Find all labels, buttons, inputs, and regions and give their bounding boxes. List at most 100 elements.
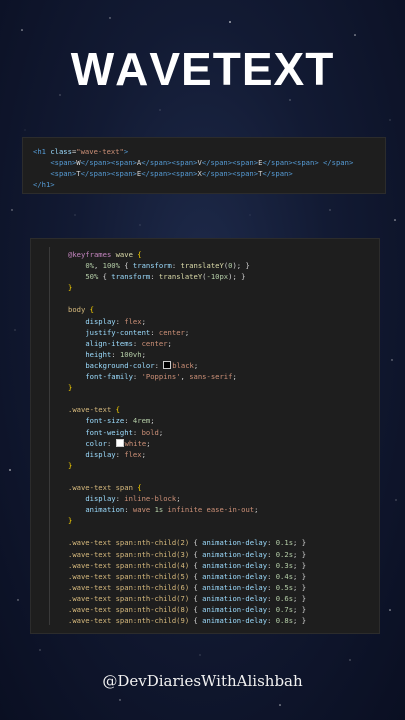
code-line: .wave-text span:nth-child(3) { animation… <box>68 549 306 560</box>
code-line: @keyframes wave { <box>68 249 306 260</box>
code-token: : <box>267 582 276 592</box>
code-token: 0.7s <box>275 605 294 614</box>
code-token: display <box>85 316 116 326</box>
code-token: display <box>85 449 116 459</box>
code-line: } <box>68 515 306 526</box>
code-token: : <box>115 494 125 504</box>
code-token: translateY <box>180 261 224 271</box>
color-swatch-icon <box>115 438 124 447</box>
code-line: .wave-text span:nth-child(8) { animation… <box>68 604 306 615</box>
code-token: </span><span> <box>262 158 319 168</box>
code-token: > <box>123 147 129 156</box>
code-token: animation-delay <box>202 538 268 548</box>
code-token: transform <box>111 272 151 282</box>
code-token: ; <box>150 416 155 426</box>
code-token: animation-delay <box>202 605 268 614</box>
code-token: { <box>189 593 203 603</box>
code-token: </h1> <box>33 180 55 190</box>
code-token: </span><span> <box>80 158 137 168</box>
code-token: 0.3s <box>275 560 294 570</box>
code-line: color: white; <box>68 438 306 449</box>
title-letter: W <box>70 43 116 95</box>
code-token: 'Poppins' <box>141 372 181 382</box>
code-token: -10px <box>206 272 229 282</box>
code-token: : <box>267 605 276 614</box>
code-token: : <box>171 261 181 271</box>
code-token: { <box>189 571 203 581</box>
code-line: } <box>68 460 306 471</box>
code-token: ); } <box>232 261 250 271</box>
code-line: .wave-text span:nth-child(2) { animation… <box>68 537 306 548</box>
title-letter: T <box>212 43 242 95</box>
code-token: display <box>85 494 116 504</box>
code-token: ; } <box>293 571 307 581</box>
code-token: animation-delay <box>202 616 268 626</box>
code-token: ; <box>184 327 190 337</box>
code-token: ; <box>158 427 164 437</box>
code-line: display: flex; <box>68 449 306 460</box>
code-token: ; } <box>293 605 307 614</box>
code-line: .wave-text span:nth-child(6) { animation… <box>68 582 306 593</box>
code-token: : <box>267 593 276 603</box>
code-token: body <box>68 305 86 315</box>
code-token: infinite <box>167 505 203 515</box>
code-token: : <box>124 505 133 515</box>
code-token: </span> <box>262 169 293 179</box>
code-line: <span>T</span><span>E</span><span>X</spa… <box>33 168 353 179</box>
code-token: { <box>119 261 133 271</box>
code-token: height <box>85 349 112 359</box>
code-token: </span><span> <box>201 169 259 179</box>
code-token: bold <box>141 427 159 437</box>
code-token: 100% <box>102 261 120 271</box>
code-token: 0.1s <box>275 538 294 548</box>
code-line: .wave-text span:nth-child(5) { animation… <box>68 571 306 582</box>
code-token: .wave-text span <box>68 482 133 492</box>
code-token: : <box>106 438 116 448</box>
code-token: white <box>124 438 147 448</box>
code-token: : <box>267 571 276 581</box>
code-token: ; <box>141 349 146 359</box>
code-token: ; } <box>293 549 307 559</box>
code-token: .wave-text span:nth-child(4) <box>68 560 190 570</box>
color-swatch-icon <box>163 360 172 369</box>
code-token: 0.4s <box>275 571 294 581</box>
code-token: { <box>189 549 203 559</box>
code-token: color <box>85 438 107 448</box>
title-letter: A <box>115 43 150 95</box>
title-letter: T <box>305 43 335 95</box>
code-token: translateY <box>158 272 203 282</box>
code-token: 0.2s <box>275 549 294 559</box>
code-token: ; <box>146 438 151 448</box>
code-token: : <box>132 427 142 437</box>
title-letter: E <box>241 43 274 95</box>
code-token: ; } <box>293 593 307 603</box>
title-letter: E <box>181 43 213 95</box>
author-handle: @DevDiariesWithAlishbah <box>102 672 303 690</box>
code-token: flex <box>124 449 142 459</box>
code-token: black <box>172 360 194 370</box>
code-token: : <box>132 338 142 348</box>
code-token: </span> <box>322 158 354 168</box>
code-line: display: inline-block; <box>68 493 306 504</box>
code-token: font-family <box>85 372 133 382</box>
code-token: .wave-text span:nth-child(9) <box>68 616 190 626</box>
code-token: .wave-text <box>68 405 112 415</box>
code-token: animation-delay <box>202 549 268 559</box>
code-token: 0.6s <box>275 593 294 603</box>
code-token: , <box>180 372 190 382</box>
code-line: } <box>68 282 306 293</box>
code-line: font-family: 'Poppins', sans-serif; <box>68 371 306 382</box>
code-token: animation <box>85 505 125 515</box>
code-token: font-size <box>85 416 125 426</box>
code-token: { <box>137 482 142 492</box>
code-token: 1s <box>154 505 164 515</box>
